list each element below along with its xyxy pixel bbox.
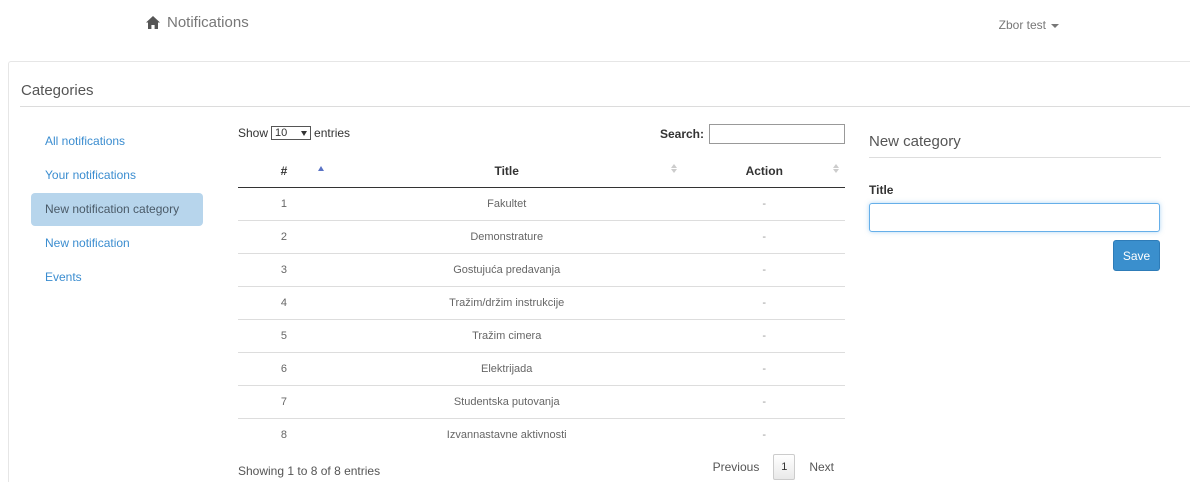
panel-divider bbox=[20, 106, 1190, 107]
cell-title: Studentska putovanja bbox=[329, 385, 684, 419]
sort-ascending-icon bbox=[318, 166, 324, 171]
user-menu-dropdown[interactable]: Zbor test bbox=[999, 18, 1059, 32]
cell-number: 7 bbox=[238, 385, 330, 419]
column-header-number[interactable]: # bbox=[238, 155, 330, 188]
previous-page-button[interactable]: Previous bbox=[713, 460, 760, 474]
table-info: Showing 1 to 8 of 8 entries bbox=[238, 464, 381, 478]
caret-down-icon bbox=[1051, 24, 1059, 28]
cell-title: Elektrijada bbox=[329, 352, 684, 386]
categories-table: # Title Action 1 Fakultet - 2 Demonstrat… bbox=[238, 155, 845, 451]
column-header-action[interactable]: Action bbox=[683, 155, 845, 188]
table-header-row: # Title Action bbox=[238, 155, 845, 188]
navbar-title: Notifications bbox=[167, 14, 249, 31]
save-button[interactable]: Save bbox=[1113, 240, 1160, 271]
home-icon bbox=[146, 16, 160, 29]
cell-action: - bbox=[683, 187, 845, 221]
column-header-label: Title bbox=[494, 164, 519, 178]
navbar-brand[interactable]: Notifications bbox=[146, 14, 249, 31]
column-header-label: # bbox=[280, 164, 288, 178]
table-controls: Show 10 entries Search: bbox=[238, 123, 845, 155]
title-field-label: Title bbox=[869, 183, 894, 197]
cell-action: - bbox=[683, 220, 845, 254]
cell-number: 6 bbox=[238, 352, 330, 386]
cell-number: 3 bbox=[238, 253, 330, 287]
cell-number: 4 bbox=[238, 286, 330, 320]
table-search: Search: bbox=[660, 124, 845, 144]
table-row: 6 Elektrijada - bbox=[238, 352, 845, 386]
cell-action: - bbox=[683, 352, 845, 386]
entries-select[interactable]: 10 bbox=[271, 126, 312, 140]
cell-number: 1 bbox=[238, 187, 330, 221]
pagination: Previous 1 Next bbox=[713, 454, 834, 480]
entries-select-value: 10 bbox=[275, 127, 288, 139]
cell-title: Demonstrature bbox=[329, 220, 684, 254]
entries-length-control: Show 10 entries bbox=[238, 126, 350, 140]
sidebar-item-events[interactable]: Events bbox=[31, 261, 203, 294]
table-footer: Showing 1 to 8 of 8 entries Previous 1 N… bbox=[238, 454, 845, 490]
sidebar-item-new-notification[interactable]: New notification bbox=[31, 227, 203, 260]
sidebar-item-new-notification-category[interactable]: New notification category bbox=[31, 193, 203, 226]
next-page-button[interactable]: Next bbox=[809, 460, 834, 474]
cell-action: - bbox=[762, 429, 767, 441]
cell-title: Izvannastavne aktivnosti bbox=[446, 429, 567, 441]
table-row: 8 Izvannastavne aktivnosti - bbox=[238, 419, 845, 452]
entries-label: entries bbox=[314, 126, 351, 140]
cell-title: Gostujuća predavanja bbox=[329, 253, 684, 287]
sidebar-item-your-notifications[interactable]: Your notifications bbox=[31, 159, 203, 192]
cell-number: 8 bbox=[280, 429, 288, 441]
cell-title: Tražim/držim instrukcije bbox=[329, 286, 684, 320]
show-label: Show bbox=[238, 126, 269, 140]
cell-number: 2 bbox=[238, 220, 330, 254]
table-row: 3 Gostujuća predavanja - bbox=[238, 253, 845, 287]
cell-action: - bbox=[683, 286, 845, 320]
table-row: 4 Tražim/držim instrukcije - bbox=[238, 286, 845, 320]
new-category-form: New category Title Save bbox=[869, 124, 1161, 271]
table-row: 1 Fakultet - bbox=[238, 187, 845, 221]
top-navbar: Notifications Zbor test bbox=[0, 0, 1190, 48]
title-input[interactable] bbox=[869, 203, 1160, 232]
cell-title: Tražim cimera bbox=[329, 319, 684, 353]
table-row: 5 Tražim cimera - bbox=[238, 319, 845, 353]
cell-action: - bbox=[683, 385, 845, 419]
table-row: 7 Studentska putovanja - bbox=[238, 385, 845, 419]
column-header-title[interactable]: Title bbox=[329, 155, 684, 188]
search-label: Search: bbox=[659, 127, 704, 141]
sort-both-icon bbox=[833, 164, 839, 173]
user-menu-label: Zbor test bbox=[998, 18, 1046, 32]
form-divider bbox=[869, 157, 1161, 158]
form-title: New category bbox=[869, 133, 961, 150]
select-arrow-icon bbox=[301, 130, 308, 136]
cell-title: Fakultet bbox=[329, 187, 684, 221]
page-1-button[interactable]: 1 bbox=[773, 454, 796, 480]
table-row: 2 Demonstrature - bbox=[238, 220, 845, 254]
panel-title: Categories bbox=[21, 82, 94, 99]
column-header-label: Action bbox=[745, 164, 783, 178]
cell-number: 5 bbox=[238, 319, 330, 353]
search-input[interactable] bbox=[709, 124, 845, 144]
cell-action: - bbox=[683, 253, 845, 287]
sort-both-icon bbox=[671, 164, 678, 173]
sidebar-nav: All notifications Your notifications New… bbox=[31, 125, 203, 295]
cell-action: - bbox=[683, 319, 845, 353]
categories-table-wrapper: Show 10 entries Search: # Title Action 1… bbox=[238, 123, 845, 490]
sidebar-item-all-notifications[interactable]: All notifications bbox=[31, 125, 203, 158]
